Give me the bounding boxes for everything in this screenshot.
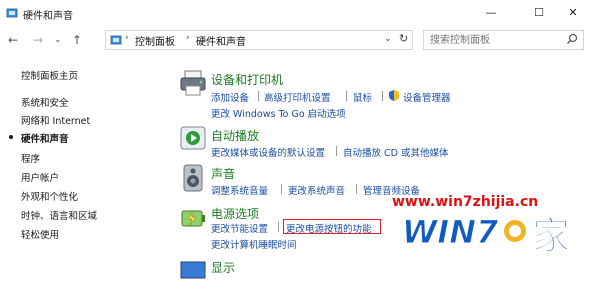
link-separator — [356, 184, 357, 194]
search-icon[interactable] — [566, 33, 578, 45]
forward-button[interactable]: → — [33, 33, 43, 47]
link-windows-to-go[interactable]: 更改 Windows To Go 启动选项 — [211, 106, 346, 120]
breadcrumb-control-panel[interactable]: 控制面板 — [135, 33, 175, 48]
link-change-media-defaults[interactable]: 更改媒体或设备的默认设置 — [211, 145, 325, 159]
category-title-devices-printers[interactable]: 设备和打印机 — [211, 71, 283, 88]
address-dropdown-button[interactable]: ⌄ — [384, 34, 392, 44]
link-separator — [336, 146, 337, 156]
sidebar-item-user-accounts[interactable]: 用户帐户 — [21, 170, 59, 184]
sidebar-item-ease-of-access[interactable]: 轻松使用 — [21, 227, 59, 241]
breadcrumb-hardware-sound[interactable]: 硬件和声音 — [196, 33, 246, 48]
highlight-box — [283, 219, 381, 234]
link-separator — [281, 184, 282, 194]
link-mouse[interactable]: 鼠标 — [353, 90, 372, 104]
link-separator — [278, 222, 279, 232]
watermark-brand: WIN7 — [402, 213, 499, 251]
watermark-suffix: 家 — [532, 214, 570, 258]
recent-locations-button[interactable]: ⌄ — [54, 35, 62, 45]
sidebar-item-programs[interactable]: 程序 — [21, 151, 40, 165]
link-add-device[interactable]: 添加设备 — [211, 90, 249, 104]
link-advanced-printer-settings[interactable]: 高级打印机设置 — [264, 90, 331, 104]
site-watermark: www.win7zhijia.cn WIN7 家 — [392, 194, 571, 259]
link-separator — [382, 91, 383, 101]
sidebar-item-network[interactable]: 网络和 Internet — [21, 113, 90, 127]
address-bar[interactable]: › 控制面板 › 硬件和声音 ⌄ ↻ — [105, 30, 413, 50]
link-change-sleep-time[interactable]: 更改计算机睡眠时间 — [211, 237, 297, 251]
close-button[interactable]: ✕ — [556, 0, 590, 24]
uac-shield-icon — [389, 90, 399, 101]
control-panel-icon — [6, 8, 18, 18]
category-title-autoplay[interactable]: 自动播放 — [211, 127, 259, 144]
link-change-power-saving[interactable]: 更改节能设置 — [211, 221, 268, 235]
title-bar: 硬件和声音 — ☐ ✕ — [0, 0, 590, 26]
sidebar-item-hardware-sound[interactable]: 硬件和声音 — [21, 131, 69, 145]
link-device-manager[interactable]: 设备管理器 — [403, 90, 451, 104]
sidebar-item-clock-region[interactable]: 时钟、语言和区域 — [21, 208, 97, 222]
speaker-icon — [183, 164, 203, 192]
refresh-button[interactable]: ↻ — [399, 32, 408, 45]
breadcrumb-separator[interactable]: › — [186, 33, 190, 43]
active-indicator — [9, 135, 13, 139]
autoplay-icon — [180, 126, 206, 150]
link-adjust-volume[interactable]: 调整系统音量 — [211, 183, 268, 197]
back-button[interactable]: ← — [8, 33, 18, 47]
control-panel-icon — [110, 35, 122, 45]
search-box[interactable] — [423, 30, 584, 50]
sidebar-item-home[interactable]: 控制面板主页 — [21, 68, 78, 82]
link-separator — [258, 91, 259, 101]
sidebar-item-appearance[interactable]: 外观和个性化 — [21, 189, 78, 203]
category-title-sound[interactable]: 声音 — [211, 165, 235, 182]
printer-icon — [180, 70, 206, 96]
minimize-button[interactable]: — — [474, 0, 508, 24]
sidebar-item-system-security[interactable]: 系统和安全 — [21, 95, 69, 109]
watermark-url: www.win7zhijia.cn — [392, 194, 538, 210]
category-title-power-options[interactable]: 电源选项 — [211, 205, 259, 222]
link-autoplay-cd[interactable]: 自动播放 CD 或其他媒体 — [343, 145, 449, 159]
link-separator — [346, 91, 347, 101]
power-icon — [181, 210, 205, 227]
category-title-display[interactable]: 显示 — [211, 259, 235, 276]
up-button[interactable]: ↑ — [72, 33, 82, 47]
link-change-system-sounds[interactable]: 更改系统声音 — [288, 183, 345, 197]
maximize-button[interactable]: ☐ — [522, 0, 556, 24]
search-input[interactable] — [430, 33, 560, 47]
window-title: 硬件和声音 — [23, 11, 73, 22]
breadcrumb-separator[interactable]: › — [125, 33, 129, 43]
display-icon — [180, 261, 206, 279]
